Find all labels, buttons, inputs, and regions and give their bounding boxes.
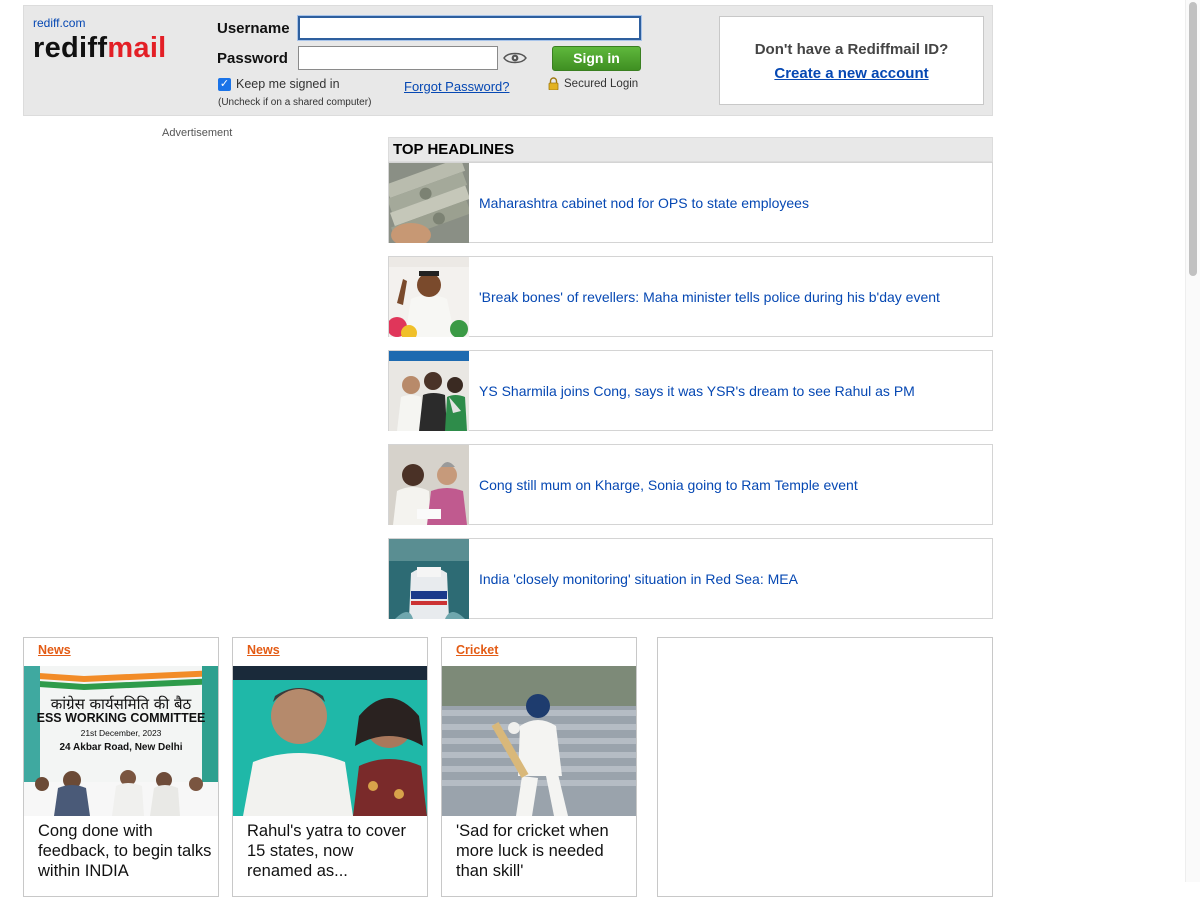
headline-link[interactable]: India 'closely monitoring' situation in … (479, 539, 798, 619)
scrollbar-thumb[interactable] (1189, 2, 1197, 276)
headline-item[interactable]: 'Break bones' of revellers: Maha ministe… (388, 256, 993, 337)
rediff-home-link[interactable]: rediff.com (33, 16, 85, 30)
headline-link[interactable]: Cong still mum on Kharge, Sonia going to… (479, 445, 858, 525)
rediffmail-logo[interactable]: rediffmail (33, 32, 167, 65)
shared-computer-note: (Uncheck if on a shared computer) (218, 97, 372, 108)
advertisement-label: Advertisement (162, 127, 233, 139)
headline-link[interactable]: YS Sharmila joins Cong, says it was YSR'… (479, 351, 915, 431)
card-category-link[interactable]: News (38, 643, 71, 657)
login-header: rediff.com rediffmail Username Password … (23, 5, 993, 116)
card-headline[interactable]: Cong done with feedback, to begin talks … (38, 821, 213, 881)
username-label: Username (217, 20, 290, 37)
headline-item[interactable]: India 'closely monitoring' situation in … (388, 538, 993, 619)
card-image[interactable]: कांग्रेस कार्यसमिति की बैठ ESS WORKING C… (24, 666, 218, 816)
signup-question: Don't have a Rediffmail ID? (754, 41, 949, 58)
card-image[interactable] (233, 666, 427, 816)
headline-thumbnail[interactable] (389, 257, 469, 337)
secured-login-badge: Secured Login (548, 77, 638, 90)
logo-part-rediff: rediff (33, 32, 108, 64)
cricket-card[interactable]: Cricket 'Sad for cricket when more luck … (441, 637, 637, 897)
headline-link[interactable]: 'Break bones' of revellers: Maha ministe… (479, 257, 940, 337)
headline-item[interactable]: Cong still mum on Kharge, Sonia going to… (388, 444, 993, 525)
headline-thumbnail[interactable] (389, 445, 469, 525)
password-label: Password (217, 50, 288, 67)
signup-box: Don't have a Rediffmail ID? Create a new… (719, 16, 984, 105)
card-category-link[interactable]: News (247, 643, 280, 657)
username-input[interactable] (298, 16, 641, 40)
password-input[interactable] (298, 46, 498, 70)
card-image-caption-date: 21st December, 2023 (81, 728, 162, 738)
sign-in-button[interactable]: Sign in (552, 46, 641, 71)
card-image[interactable] (442, 666, 636, 816)
logo-part-mail: mail (107, 32, 167, 64)
create-account-link[interactable]: Create a new account (720, 65, 983, 82)
headline-item[interactable]: YS Sharmila joins Cong, says it was YSR'… (388, 350, 993, 431)
show-password-eye-icon[interactable] (503, 50, 527, 66)
card-category-link[interactable]: Cricket (456, 643, 498, 657)
forgot-password-link[interactable]: Forgot Password? (404, 79, 510, 94)
page-scrollbar[interactable] (1185, 0, 1200, 882)
news-card[interactable]: News कांग्रेस कार्यसमिति की बैठ ESS WORK… (23, 637, 219, 897)
headline-item[interactable]: Maharashtra cabinet nod for OPS to state… (388, 162, 993, 243)
lock-icon (548, 77, 559, 90)
top-headlines-title: TOP HEADLINES (388, 137, 993, 162)
keep-signed-in-checkbox-row[interactable]: ✓ Keep me signed in (218, 77, 340, 91)
secured-login-label: Secured Login (564, 77, 639, 90)
keep-signed-in-label: Keep me signed in (236, 77, 340, 91)
card-headline[interactable]: Rahul's yatra to cover 15 states, now re… (247, 821, 422, 881)
card-headline[interactable]: 'Sad for cricket when more luck is neede… (456, 821, 631, 881)
top-headlines-section: TOP HEADLINES Maharashtra cabinet nod fo… (388, 137, 993, 632)
headline-thumbnail[interactable] (389, 351, 469, 431)
card-image-caption-english: ESS WORKING COMMITTEE (37, 711, 206, 725)
headline-thumbnail[interactable] (389, 539, 469, 619)
headline-link[interactable]: Maharashtra cabinet nod for OPS to state… (479, 163, 809, 243)
news-card[interactable]: News Rahul's yatra to cover 15 states, n… (232, 637, 428, 897)
side-ad-box (657, 637, 993, 897)
keep-signed-in-checkbox[interactable]: ✓ (218, 77, 231, 91)
card-image-caption-address: 24 Akbar Road, New Delhi (60, 742, 183, 753)
headline-thumbnail[interactable] (389, 163, 469, 243)
